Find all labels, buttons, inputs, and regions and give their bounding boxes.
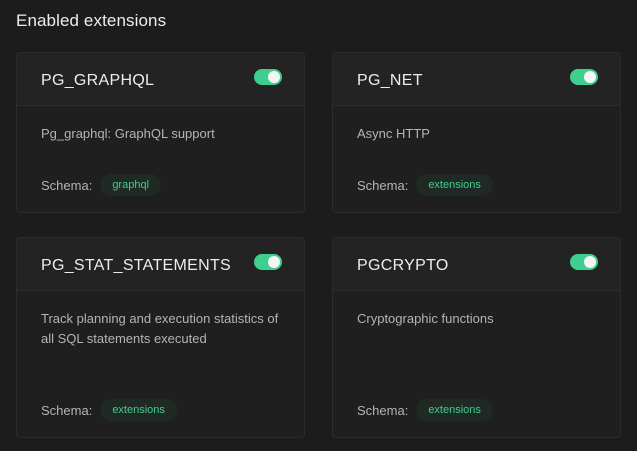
toggle-knob <box>268 256 280 268</box>
extension-card-pg-stat-statements: PG_STAT_STATEMENTS Track planning and ex… <box>16 237 305 438</box>
extension-name: PG_STAT_STATEMENTS <box>41 257 232 274</box>
enable-toggle[interactable] <box>570 254 598 270</box>
schema-row: Schema: extensions <box>41 399 177 421</box>
extension-card-pgcrypto: PGCRYPTO Cryptographic functions Schema:… <box>332 237 621 438</box>
extension-card-pg-net: PG_NET Async HTTP Schema: extensions <box>332 52 621 213</box>
extension-name: PG_NET <box>357 72 423 89</box>
card-header: PG_NET <box>333 53 620 106</box>
card-header: PG_GRAPHQL <box>17 53 304 106</box>
schema-badge: graphql <box>100 174 162 196</box>
extension-description: Pg_graphql: GraphQL support <box>41 126 215 141</box>
schema-badge: extensions <box>416 399 493 421</box>
section-title: Enabled extensions <box>16 11 167 30</box>
toggle-knob <box>584 71 596 83</box>
schema-row: Schema: extensions <box>357 399 493 421</box>
enable-toggle[interactable] <box>254 69 282 85</box>
schema-row: Schema: graphql <box>41 174 162 196</box>
schema-label: Schema: <box>357 177 409 193</box>
card-header: PG_STAT_STATEMENTS <box>17 238 304 291</box>
enable-toggle[interactable] <box>570 69 598 85</box>
extension-name: PGCRYPTO <box>357 257 449 274</box>
schema-row: Schema: extensions <box>357 174 493 196</box>
toggle-knob <box>584 256 596 268</box>
enable-toggle[interactable] <box>254 254 282 270</box>
card-header: PGCRYPTO <box>333 238 620 291</box>
schema-label: Schema: <box>41 177 93 193</box>
extension-description: Async HTTP <box>357 126 430 141</box>
schema-label: Schema: <box>357 402 409 418</box>
toggle-knob <box>268 71 280 83</box>
extension-description: Cryptographic functions <box>357 311 494 326</box>
schema-label: Schema: <box>41 402 93 418</box>
schema-badge: extensions <box>100 399 177 421</box>
extension-name: PG_GRAPHQL <box>41 72 155 89</box>
extension-card-pg-graphql: PG_GRAPHQL Pg_graphql: GraphQL support S… <box>16 52 305 213</box>
schema-badge: extensions <box>416 174 493 196</box>
extension-description: Track planning and execution statistics … <box>41 311 279 346</box>
